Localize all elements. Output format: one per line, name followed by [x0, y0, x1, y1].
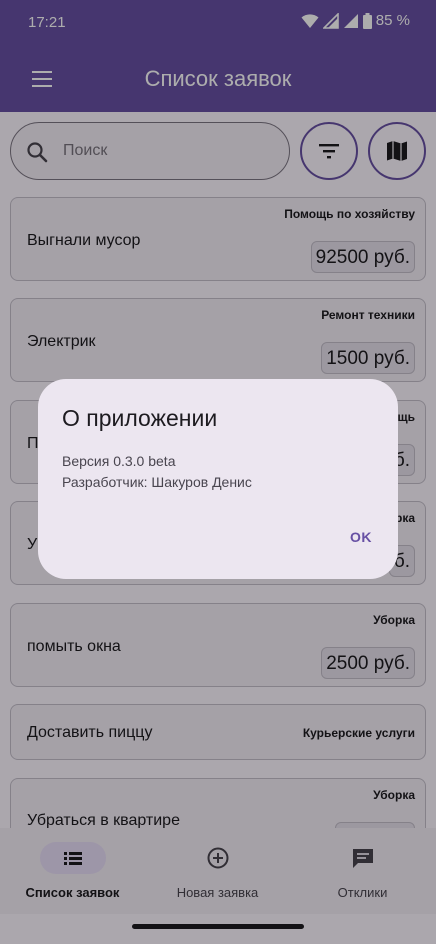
dialog-body: Версия 0.3.0 beta Разработчик: Шакуров Д…: [62, 451, 252, 493]
about-dialog: О приложении Версия 0.3.0 beta Разработч…: [38, 379, 398, 579]
dialog-title: О приложении: [62, 405, 218, 431]
app-screen: 17:21 85 % Список заявок Поиск Помощь по…: [0, 0, 436, 944]
app-developer: Разработчик: Шакуров Денис: [62, 474, 252, 490]
app-version: Версия 0.3.0 beta: [62, 453, 176, 469]
ok-button[interactable]: OK: [350, 529, 372, 545]
